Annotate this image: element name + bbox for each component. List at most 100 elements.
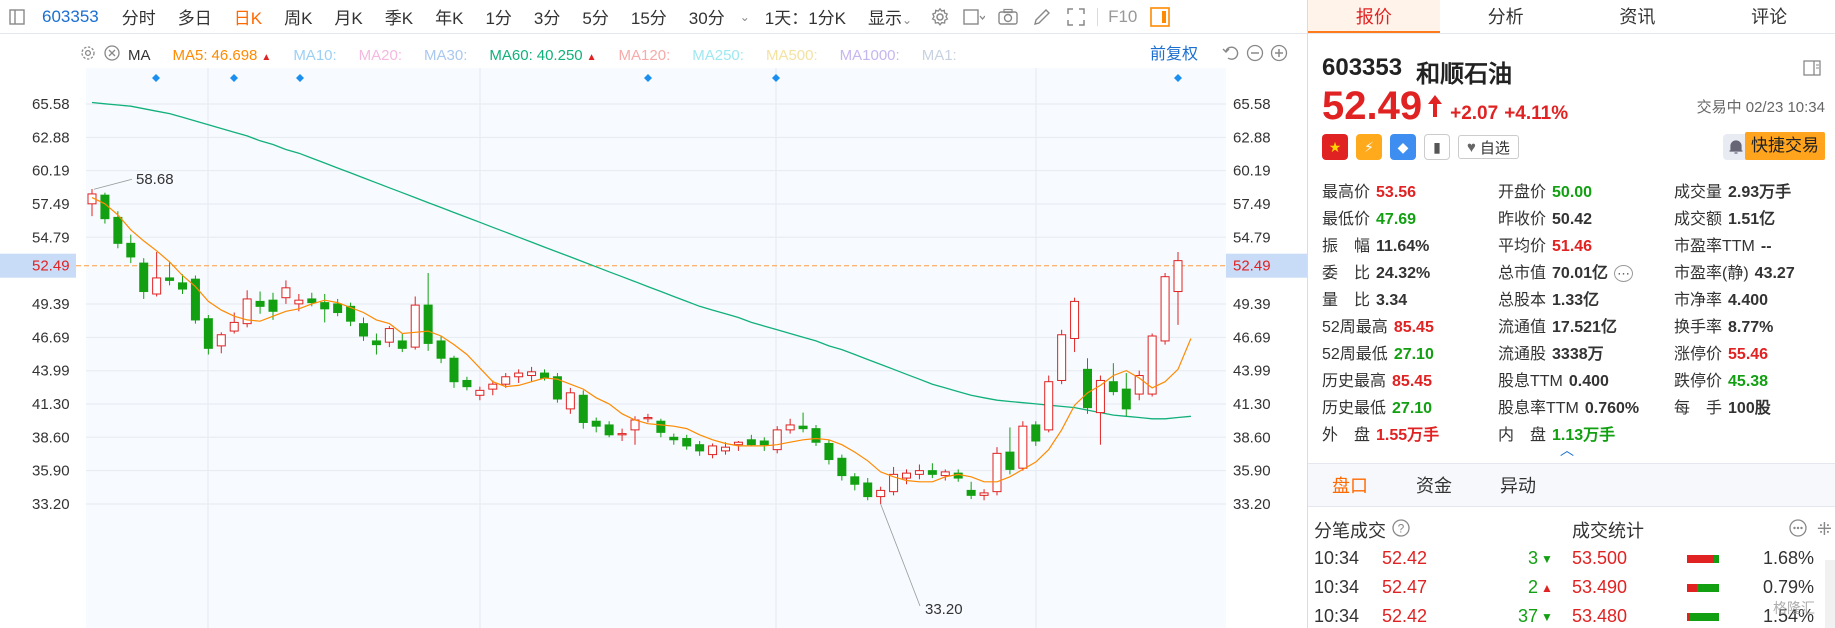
lightning-icon[interactable]: ⚡ — [1356, 134, 1382, 160]
tick-volume: 2 — [1527, 577, 1538, 597]
stock-code[interactable]: 603353 — [34, 7, 111, 27]
ma-item: MA250: — [692, 47, 744, 64]
current-price-label-right: 52.49 — [1233, 258, 1271, 275]
adjust-mode-button[interactable]: 前复权 — [1150, 40, 1198, 64]
collapse-chevron-icon[interactable]: ︿ — [1560, 440, 1574, 460]
ma-value: 40.250 — [536, 46, 583, 64]
period-tab[interactable]: 多日 — [167, 4, 223, 29]
y-tick-label-right: 62.88 — [1233, 129, 1271, 146]
scrollbar[interactable] — [1825, 560, 1835, 628]
close-icon[interactable] — [104, 44, 120, 66]
candle-body — [591, 420, 601, 427]
ma-item: MA30: — [424, 47, 467, 64]
panel-layout-icon[interactable] — [1803, 60, 1821, 81]
indicator-settings-icon[interactable] — [80, 45, 96, 66]
stats-row: 历史最高 85.45 股息TTM 0.400 跌停价 45.38 — [1322, 365, 1832, 392]
candle-body — [902, 472, 911, 479]
tick-time: 10:34 — [1314, 606, 1360, 626]
stat-label: 最低价 — [1322, 210, 1371, 228]
stat-value: 53.56 — [1376, 183, 1417, 201]
candle-body — [1005, 451, 1015, 470]
settings-gear-icon[interactable] — [923, 0, 957, 34]
candle-body — [578, 394, 588, 423]
period-tab[interactable]: 分时 — [111, 4, 167, 29]
stat-value: 45.38 — [1728, 372, 1769, 390]
volume-bar-buy — [1687, 583, 1697, 592]
fast-trade-button[interactable]: 快捷交易 — [1745, 132, 1825, 160]
indicator-select[interactable]: MA — [128, 47, 151, 64]
period-tab[interactable]: 月K — [323, 4, 373, 29]
pencil-icon[interactable] — [1025, 0, 1059, 34]
sidebar-toggle-icon[interactable] — [0, 0, 34, 34]
bookmark-icon[interactable]: ▮ — [1424, 134, 1450, 160]
zoom-in-icon[interactable] — [1270, 44, 1288, 67]
chevron-down-icon[interactable]: ⌄ — [736, 10, 754, 24]
candle-body — [1121, 388, 1131, 410]
candle-body — [423, 304, 433, 344]
ma-label: MA120: — [618, 46, 671, 64]
ma-item: MA1: — [922, 47, 957, 64]
period-tab[interactable]: 15分 — [620, 4, 678, 29]
chart-zoom-controls — [1222, 44, 1288, 67]
panel-toggle-icon[interactable] — [1143, 0, 1177, 34]
period-tab[interactable]: 3分 — [523, 4, 571, 29]
fullscreen-icon[interactable] — [1059, 0, 1093, 34]
camera-icon[interactable] — [991, 0, 1025, 34]
quote-tab[interactable]: 报价 — [1308, 0, 1440, 33]
candle-body — [1108, 381, 1118, 393]
chart-toolbar: 603353 分时 多日 日K 周K 月K 季K 年K 1分 3分 5分 15分 30分 ⌄ 1天：1… — [0, 0, 1307, 34]
stat-cell: 最高价 53.56 — [1322, 178, 1498, 202]
period-tab[interactable]: 周K — [273, 4, 323, 29]
candle-body — [695, 444, 705, 452]
zoom-out-icon[interactable] — [1246, 44, 1264, 67]
volume-bar — [1687, 554, 1719, 563]
more-dots-icon[interactable]: ⋯ — [1614, 264, 1634, 282]
stat-value: 11.64% — [1376, 237, 1430, 255]
stat-label: 振 幅 — [1322, 237, 1371, 255]
period-tab[interactable]: 5分 — [571, 4, 619, 29]
period-tab[interactable]: 年K — [424, 4, 474, 29]
period-tab[interactable]: 季K — [374, 4, 424, 29]
candle-body — [268, 299, 278, 312]
grid-icon[interactable]: ⁜ — [1817, 519, 1832, 542]
stats-row: 最高价 53.56 开盘价 50.00 成交量 2.93万手 — [1322, 176, 1832, 203]
kline-chart[interactable]: 65.58 65.58 62.88 62.88 60.19 60.19 57.49 57.49… — [0, 68, 1307, 628]
draw-rectangle-icon[interactable] — [957, 0, 991, 34]
plot-area — [86, 68, 1226, 628]
candle-body — [165, 277, 175, 281]
ma-label: MA20: — [358, 46, 403, 64]
stat-cell: 跌停价 45.38 — [1674, 367, 1824, 391]
orderbook-tab[interactable]: 盘口 — [1308, 464, 1392, 506]
help-icon[interactable]: ? — [1392, 518, 1410, 542]
tick-row: 10:34 52.42 37 ▼ — [1314, 602, 1559, 628]
candle-body — [876, 489, 886, 498]
y-tick-label-right: 38.60 — [1233, 429, 1271, 446]
candle-body — [294, 299, 304, 305]
reset-icon[interactable] — [1222, 44, 1240, 67]
quote-tab[interactable]: 资讯 — [1572, 0, 1704, 33]
quote-tab[interactable]: 分析 — [1440, 0, 1572, 33]
stat-value: 100股 — [1728, 399, 1771, 417]
y-tick-label-right: 57.49 — [1233, 196, 1271, 213]
stat-cell: 开盘价 50.00 — [1498, 178, 1674, 202]
period-tab[interactable]: 1分 — [474, 4, 522, 29]
orderbook-tab[interactable]: 资金 — [1392, 464, 1476, 506]
orderbook-tab[interactable]: 异动 — [1476, 464, 1560, 506]
stat-label: 跌停价 — [1674, 372, 1723, 390]
tag-icon[interactable]: ◆ — [1390, 134, 1416, 160]
period-tab[interactable]: 30分 — [678, 4, 736, 29]
china-flag-icon[interactable]: ★ — [1322, 134, 1348, 160]
current-price-label-left: 52.49 — [32, 258, 70, 275]
volume-bar-sell — [1690, 612, 1719, 621]
candle-body — [604, 424, 614, 436]
more-icon[interactable] — [1789, 518, 1807, 542]
quote-tab[interactable]: 评论 — [1703, 0, 1835, 33]
range-select[interactable]: 1天：1分K — [754, 4, 857, 29]
period-tab[interactable]: 日K — [223, 4, 273, 29]
add-watchlist-button[interactable]: ♥ 自选 — [1458, 135, 1519, 159]
candle-body — [359, 323, 368, 337]
display-menu[interactable]: 显示⌄ — [857, 4, 923, 29]
f10-button[interactable]: F10 — [1102, 7, 1143, 27]
candle-body — [914, 470, 924, 475]
candle-body — [527, 371, 537, 377]
